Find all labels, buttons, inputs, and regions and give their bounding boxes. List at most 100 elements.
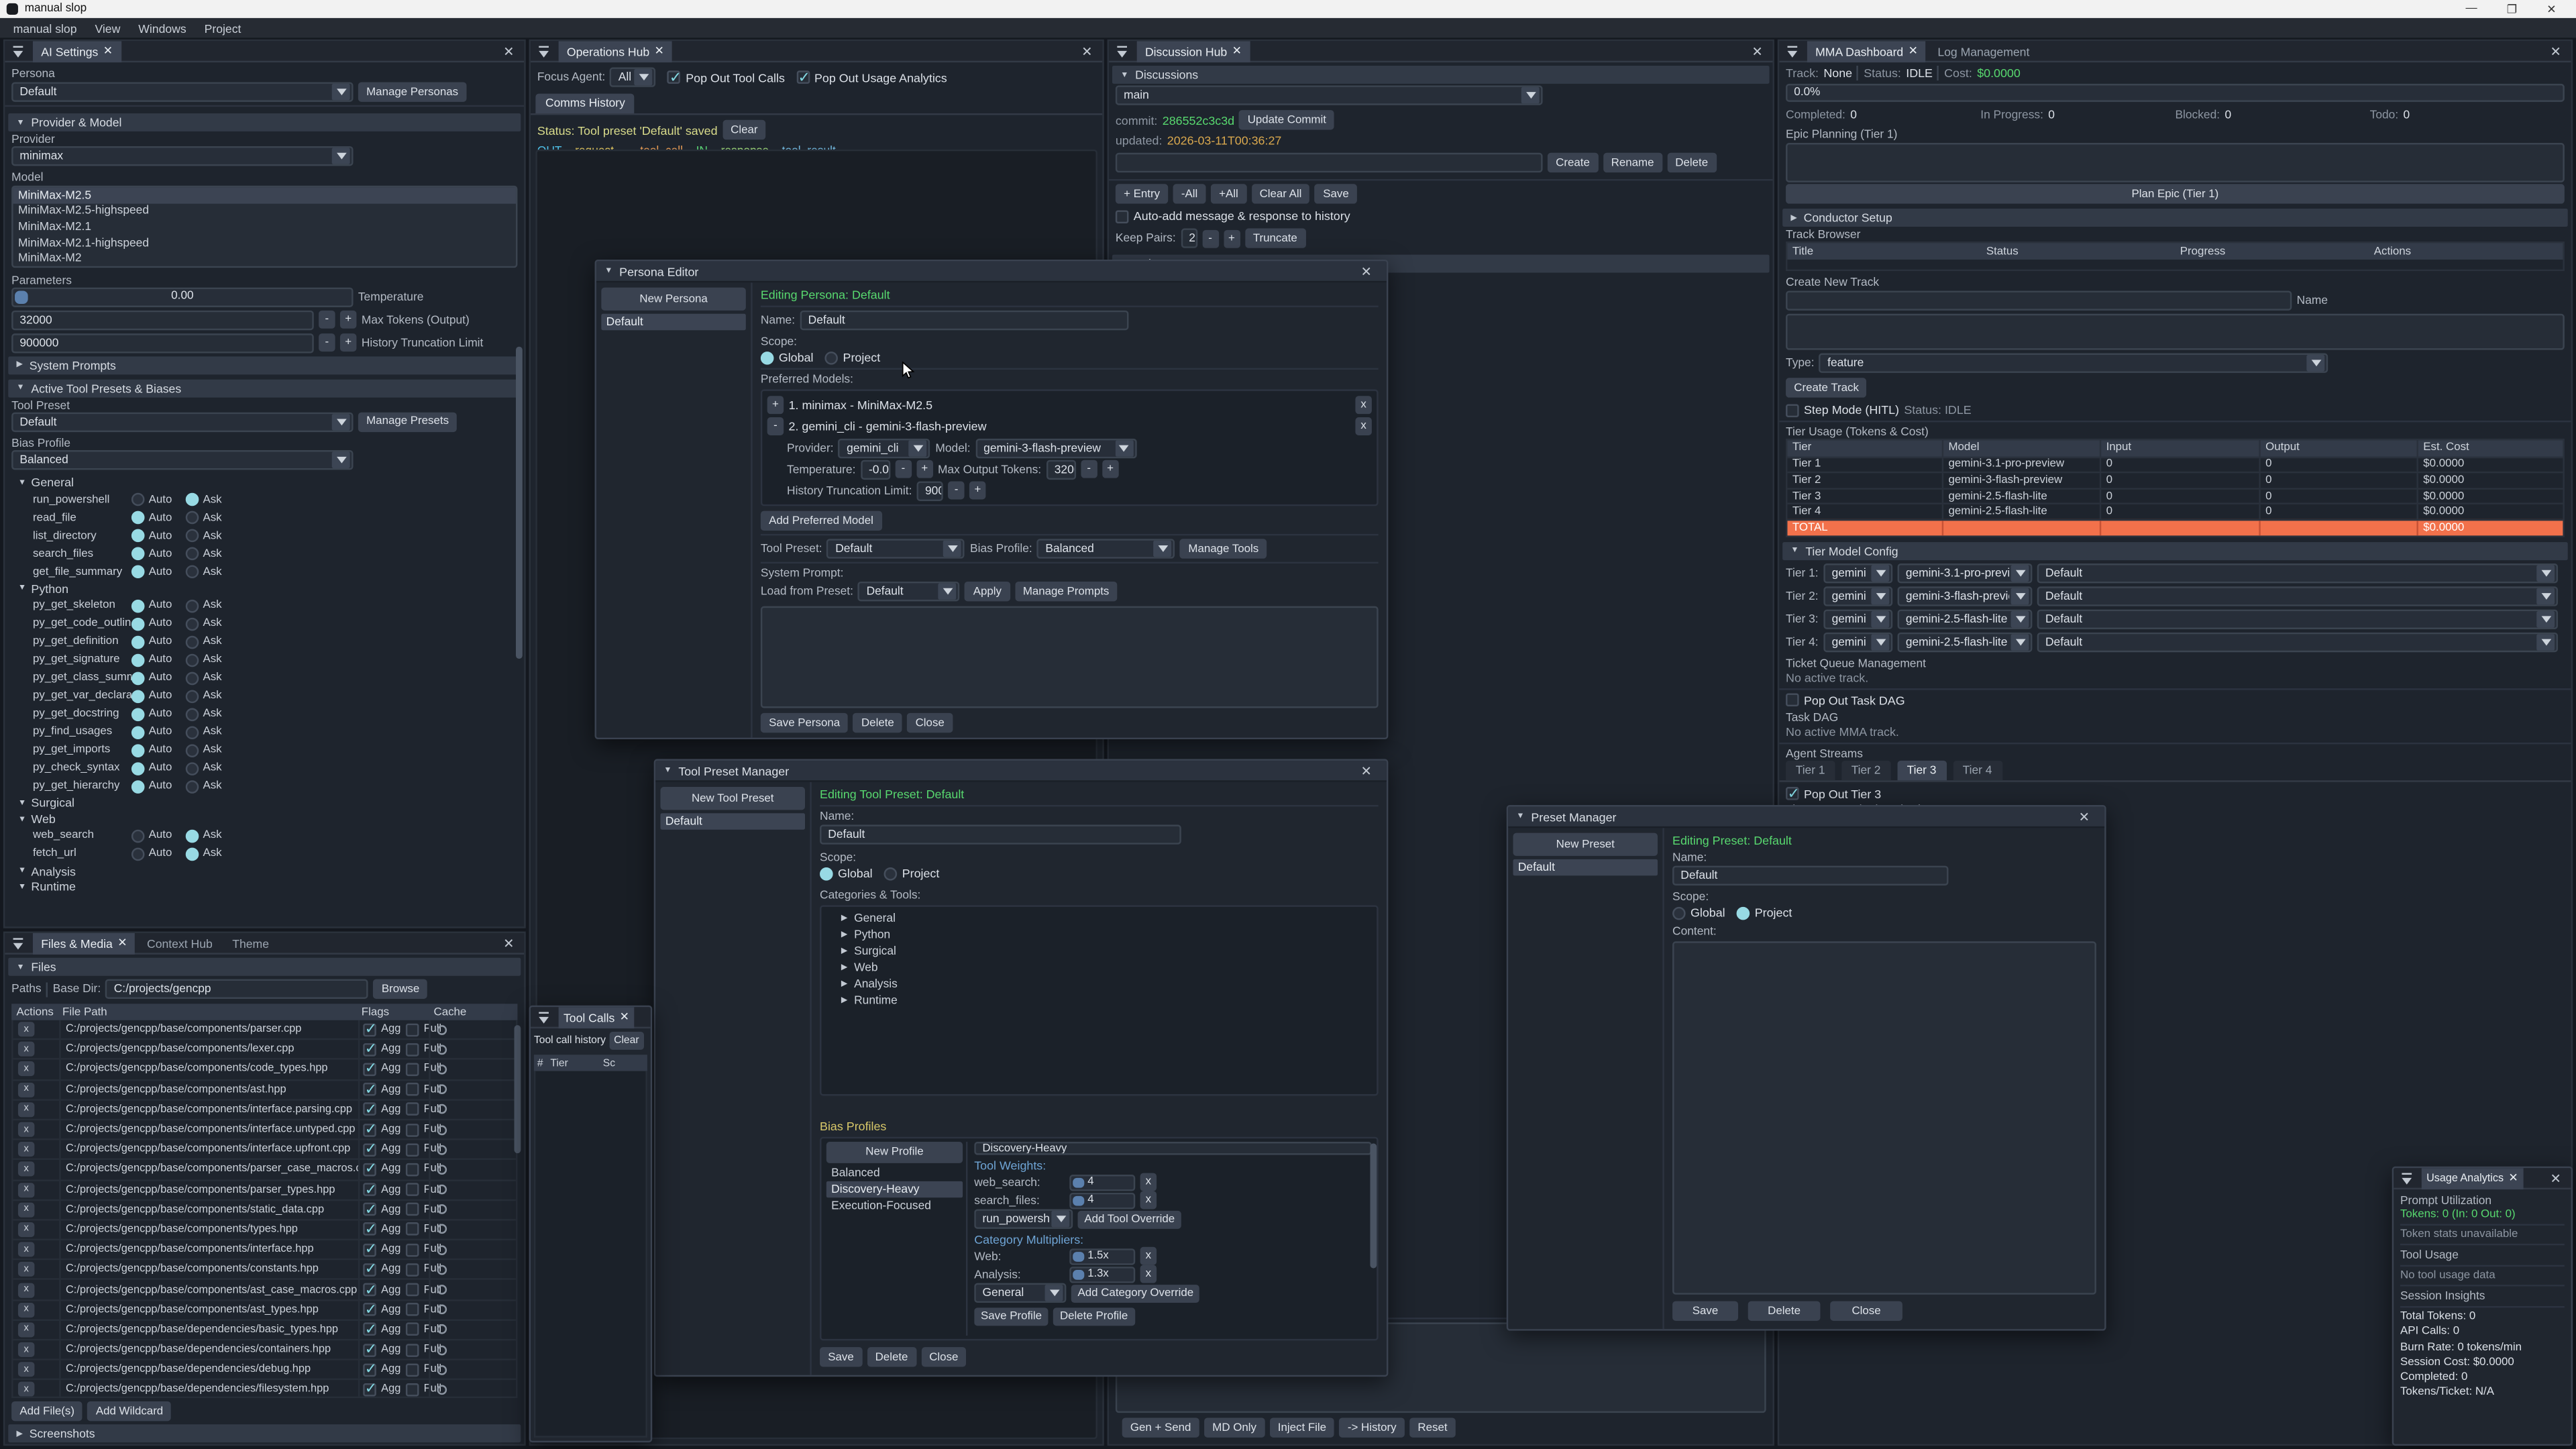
tier-preset-select[interactable]: Default bbox=[2037, 632, 2558, 651]
auto-radio[interactable] bbox=[131, 511, 145, 525]
agg-checkbox[interactable] bbox=[363, 1203, 376, 1216]
provider-model-header[interactable]: ▼ Provider & Model bbox=[8, 113, 521, 131]
preset-manager-titlebar[interactable]: ▼ Preset Manager ✕ bbox=[1508, 806, 2104, 828]
panel-close-icon[interactable]: ✕ bbox=[496, 44, 521, 58]
tab-tool-calls[interactable]: Tool Calls✕ bbox=[559, 1006, 635, 1028]
full-checkbox[interactable] bbox=[406, 1303, 419, 1317]
panel-close-icon[interactable]: ✕ bbox=[2544, 1171, 2568, 1185]
ask-radio[interactable] bbox=[186, 529, 199, 543]
tier-preset-select[interactable]: Default bbox=[2037, 563, 2558, 582]
composer-action-button[interactable]: Reset bbox=[1409, 1417, 1456, 1437]
focus-agent-select[interactable]: All bbox=[610, 67, 657, 87]
files-header[interactable]: ▼ Files bbox=[8, 958, 521, 976]
add-category-override-button[interactable]: Add Category Override bbox=[1071, 1284, 1200, 1302]
profile-name-input[interactable]: Discovery-Heavy bbox=[974, 1142, 1372, 1155]
tpm-save-button[interactable]: Save bbox=[820, 1347, 862, 1366]
remove-file-button[interactable]: x bbox=[18, 1102, 34, 1117]
agg-checkbox[interactable] bbox=[363, 1143, 376, 1157]
scope-global-radio[interactable] bbox=[761, 351, 774, 364]
full-checkbox[interactable] bbox=[406, 1283, 419, 1297]
max-tokens-decrement-button[interactable]: - bbox=[319, 311, 335, 329]
tpm-scope-project-radio[interactable] bbox=[884, 867, 898, 880]
close-window-icon[interactable]: ✕ bbox=[2072, 809, 2096, 824]
plan-epic-button[interactable]: Plan Epic (Tier 1) bbox=[1786, 184, 2565, 203]
full-checkbox[interactable] bbox=[406, 1063, 419, 1076]
remove-file-button[interactable]: x bbox=[18, 1062, 34, 1077]
remove-file-button[interactable]: x bbox=[18, 1242, 34, 1257]
active-tool-presets-header[interactable]: ▼ Active Tool Presets & Biases bbox=[8, 380, 521, 398]
close-persona-editor-button[interactable]: Close bbox=[907, 713, 953, 733]
add-tool-override-button[interactable]: Add Tool Override bbox=[1078, 1210, 1181, 1228]
truncate-button[interactable]: Truncate bbox=[1245, 228, 1305, 248]
category-row[interactable]: ▶ Analysis bbox=[826, 976, 1372, 992]
tool-group-row[interactable]: ▼ Surgical bbox=[5, 796, 524, 811]
tpm-titlebar[interactable]: ▼ Tool Preset Manager ✕ bbox=[655, 761, 1387, 782]
file-row[interactable]: x C:/projects/gencpp/base/components/int… bbox=[13, 1120, 516, 1140]
screenshots-header[interactable]: ▶ Screenshots bbox=[8, 1424, 521, 1442]
entry-action-button[interactable]: + Entry bbox=[1116, 184, 1168, 203]
ask-radio[interactable] bbox=[186, 744, 199, 757]
category-row[interactable]: ▶ Surgical bbox=[826, 943, 1372, 959]
tool-preset-list-item[interactable]: Default bbox=[660, 813, 805, 829]
entry-action-button[interactable]: +All bbox=[1211, 184, 1246, 203]
auto-radio[interactable] bbox=[131, 744, 145, 757]
preset-name-input[interactable]: Default bbox=[1672, 866, 1948, 885]
composer-action-button[interactable]: Inject File bbox=[1270, 1417, 1335, 1437]
remove-file-button[interactable]: x bbox=[18, 1042, 34, 1057]
agg-checkbox[interactable] bbox=[363, 1383, 376, 1397]
file-row[interactable]: x C:/projects/gencpp/base/dependencies/d… bbox=[13, 1360, 516, 1381]
dock-icon[interactable] bbox=[11, 44, 26, 58]
file-row[interactable]: x C:/projects/gencpp/base/components/par… bbox=[13, 1161, 516, 1181]
popout-tool-calls-checkbox[interactable] bbox=[667, 70, 681, 84]
model-list-item[interactable]: MiniMax-M2.5-highspeed bbox=[13, 203, 516, 219]
full-checkbox[interactable] bbox=[406, 1383, 419, 1397]
ai-settings-scrollbar[interactable] bbox=[516, 347, 523, 659]
remove-file-button[interactable]: x bbox=[18, 1202, 34, 1217]
remove-model-button[interactable]: x bbox=[1355, 396, 1371, 414]
clear-status-button[interactable]: Clear bbox=[722, 120, 766, 140]
remove-model-button[interactable]: x bbox=[1355, 417, 1371, 435]
tier-model-select[interactable]: gemini-3.1-pro-preview bbox=[1898, 563, 2033, 582]
tool-override-select[interactable]: run_powershell bbox=[974, 1209, 1073, 1228]
stream-tab[interactable]: Tier 2 bbox=[1841, 760, 1890, 780]
menu-item[interactable]: manual slop bbox=[13, 21, 77, 36]
tier-model-select[interactable]: gemini-2.5-flash-lite bbox=[1898, 632, 2033, 651]
full-checkbox[interactable] bbox=[406, 1263, 419, 1277]
menu-item[interactable]: View bbox=[95, 21, 120, 36]
tab-files-media[interactable]: Files & Media✕ bbox=[33, 932, 136, 954]
delete-profile-button[interactable]: Delete Profile bbox=[1053, 1307, 1134, 1326]
tab-close-icon[interactable]: ✕ bbox=[117, 936, 127, 950]
popout-task-dag-checkbox[interactable] bbox=[1786, 694, 1799, 707]
category-row[interactable]: ▶ Web bbox=[826, 959, 1372, 975]
maxout-decrement-button[interactable]: - bbox=[1081, 460, 1097, 478]
popout-tier3-checkbox[interactable] bbox=[1786, 787, 1799, 800]
model-list-item[interactable]: MiniMax-M2.1-highspeed bbox=[13, 235, 516, 250]
tab-close-icon[interactable]: ✕ bbox=[620, 1010, 629, 1024]
new-tool-preset-button[interactable]: New Tool Preset bbox=[660, 787, 805, 810]
tool-group-row[interactable]: ▼ Web bbox=[5, 811, 524, 826]
auto-radio[interactable] bbox=[131, 690, 145, 703]
dock-icon[interactable] bbox=[1786, 44, 1801, 58]
entry-action-button[interactable]: Clear All bbox=[1251, 184, 1309, 203]
preset-save-button[interactable]: Save bbox=[1672, 1301, 1738, 1321]
ask-radio[interactable] bbox=[186, 708, 199, 721]
tool-group-row[interactable]: ▼ Python bbox=[5, 581, 524, 596]
remove-file-button[interactable]: x bbox=[18, 1162, 34, 1177]
panel-close-icon[interactable]: ✕ bbox=[1075, 44, 1099, 58]
delete-persona-button[interactable]: Delete bbox=[853, 713, 902, 733]
tab-usage-analytics[interactable]: Usage Analytics✕ bbox=[2422, 1167, 2523, 1189]
remove-file-button[interactable]: x bbox=[18, 1182, 34, 1197]
tool-group-row[interactable]: ▼ Analysis bbox=[5, 863, 524, 879]
persona-editor-titlebar[interactable]: ▼ Persona Editor ✕ bbox=[596, 261, 1387, 282]
temp-increment-button[interactable]: + bbox=[916, 460, 933, 478]
agg-checkbox[interactable] bbox=[363, 1163, 376, 1177]
history-limit-input[interactable]: 900000 bbox=[11, 333, 314, 353]
tier-provider-select[interactable]: gemini bbox=[1823, 609, 1892, 629]
move-up-button[interactable]: + bbox=[767, 396, 784, 414]
track-name-input[interactable] bbox=[1786, 290, 2292, 310]
file-row[interactable]: x C:/projects/gencpp/base/components/cod… bbox=[13, 1061, 516, 1081]
full-checkbox[interactable] bbox=[406, 1143, 419, 1157]
full-checkbox[interactable] bbox=[406, 1123, 419, 1136]
apply-button[interactable]: Apply bbox=[965, 582, 1010, 601]
auto-radio[interactable] bbox=[131, 847, 145, 861]
